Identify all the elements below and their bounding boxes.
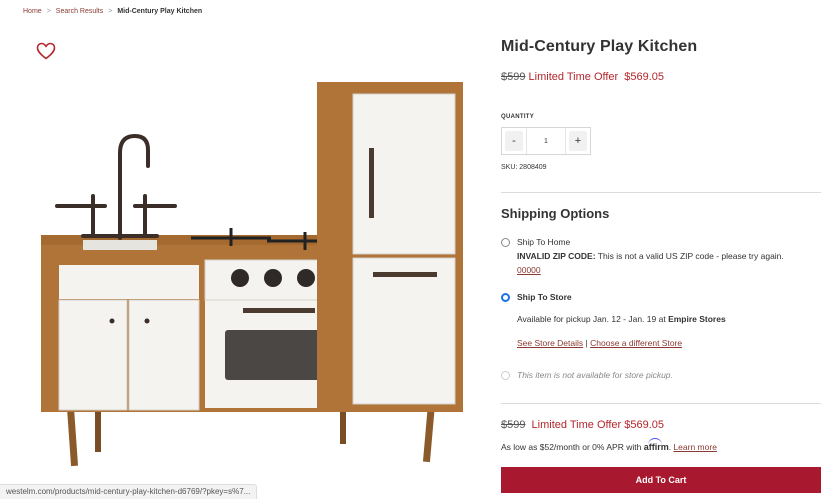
bottom-original-price: $599 bbox=[501, 419, 526, 431]
breadcrumb-home[interactable]: Home bbox=[23, 8, 42, 15]
quantity-input[interactable]: 1 bbox=[526, 128, 566, 154]
divider bbox=[501, 403, 821, 404]
breadcrumb-current: Mid-Century Play Kitchen bbox=[117, 8, 203, 15]
zip-error-title: INVALID ZIP CODE: bbox=[517, 251, 596, 261]
offer-price: $569.05 bbox=[624, 71, 665, 83]
choose-different-store-link[interactable]: Choose a different Store bbox=[590, 338, 682, 348]
product-image[interactable] bbox=[35, 78, 475, 470]
store-pickup-radio bbox=[501, 371, 510, 380]
kitchen-legs bbox=[67, 403, 435, 467]
status-bar-url: westelm.com/products/mid-century-play-ki… bbox=[0, 484, 258, 499]
original-price: $599 bbox=[501, 71, 526, 83]
breadcrumb-separator: > bbox=[108, 8, 113, 15]
breadcrumb-separator: > bbox=[46, 8, 51, 15]
shipping-options-title: Shipping Options bbox=[501, 206, 610, 221]
store-links: See Store Details | Choose a different S… bbox=[517, 338, 682, 348]
bottom-offer-label: Limited Time Offer bbox=[531, 419, 622, 431]
quantity-increase-button[interactable]: + bbox=[569, 131, 587, 151]
zip-error-text: This is not a valid US ZIP code - please… bbox=[597, 251, 784, 261]
affirm-financing: As low as $52/month or 0% APR with affir… bbox=[501, 442, 717, 452]
ship-to-store-radio[interactable] bbox=[501, 293, 510, 302]
bottom-offer-price: $569.05 bbox=[624, 419, 665, 431]
breadcrumb-search-results[interactable]: Search Results bbox=[56, 8, 103, 15]
zip-error-message: INVALID ZIP CODE: This is not a valid US… bbox=[517, 249, 807, 277]
price-row: $599 Limited Time Offer $569.05 bbox=[501, 71, 664, 83]
ship-to-store-label[interactable]: Ship To Store bbox=[517, 292, 572, 302]
ship-to-store-option: Ship To Store Available for pickup Jan. … bbox=[501, 292, 821, 352]
see-store-details-link[interactable]: See Store Details bbox=[517, 338, 583, 348]
pickup-availability-text: Available for pickup Jan. 12 - Jan. 19 a… bbox=[517, 314, 726, 324]
ship-to-home-radio[interactable] bbox=[501, 238, 510, 247]
add-to-cart-button[interactable]: Add To Cart bbox=[501, 467, 821, 493]
pickup-dates: Available for pickup Jan. 12 - Jan. 19 a… bbox=[517, 314, 666, 324]
pickup-unavailable-text: This item is not available for store pic… bbox=[517, 370, 673, 380]
zip-code-link[interactable]: 00000 bbox=[517, 265, 541, 275]
ship-to-home-option: Ship To Home INVALID ZIP CODE: This is n… bbox=[501, 237, 821, 282]
product-title: Mid-Century Play Kitchen bbox=[501, 38, 698, 55]
product-details-panel: Mid-Century Play Kitchen $599 Limited Ti… bbox=[501, 0, 821, 499]
sku-text: SKU: 2808409 bbox=[501, 164, 547, 171]
offer-label: Limited Time Offer bbox=[528, 71, 619, 83]
affirm-logo: affirm bbox=[643, 442, 669, 452]
store-name: Empire Stores bbox=[668, 314, 726, 324]
quantity-decrease-button[interactable]: - bbox=[505, 131, 523, 151]
breadcrumb: Home > Search Results > Mid-Century Play Kit… bbox=[23, 8, 202, 15]
ship-to-home-label[interactable]: Ship To Home bbox=[517, 237, 570, 247]
quantity-label: QUANTITY bbox=[501, 114, 535, 120]
store-links-separator: | bbox=[585, 338, 588, 348]
store-pickup-option: This item is not available for store pic… bbox=[501, 370, 821, 384]
quantity-stepper: - 1 + bbox=[501, 127, 591, 155]
heart-icon[interactable] bbox=[36, 42, 56, 60]
bottom-price-row: $599 Limited Time Offer $569.05 bbox=[501, 419, 664, 431]
learn-more-link[interactable]: Learn more bbox=[673, 442, 716, 452]
affirm-text: As low as $52/month or 0% APR with bbox=[501, 442, 642, 452]
divider bbox=[501, 192, 821, 193]
